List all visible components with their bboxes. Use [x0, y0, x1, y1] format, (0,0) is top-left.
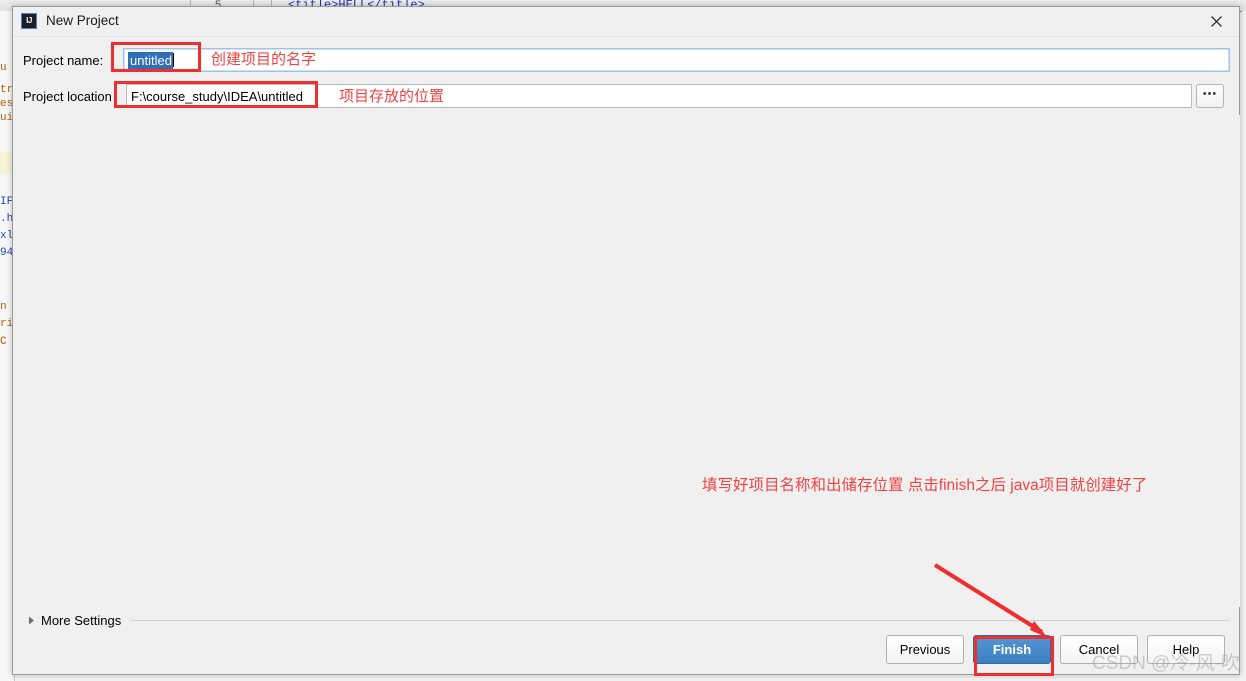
- help-button[interactable]: Help: [1147, 635, 1225, 664]
- more-settings-divider: [131, 619, 1229, 621]
- ide-right-strip: [1242, 11, 1246, 681]
- project-location-label: Project location: [23, 88, 112, 104]
- project-name-label: Project name:: [23, 52, 104, 68]
- app-icon-text: IJ: [26, 16, 32, 25]
- cancel-button[interactable]: Cancel: [1060, 635, 1138, 664]
- ide-text-fragment: C: [0, 336, 7, 348]
- browse-folder-button[interactable]: •••: [1196, 84, 1224, 108]
- intellij-idea-icon: IJ: [21, 13, 37, 29]
- project-location-row: Project location F:\course_study\IDEA\un…: [23, 84, 1233, 108]
- project-name-value: untitled: [128, 51, 173, 69]
- more-settings-toggle[interactable]: More Settings: [25, 611, 1229, 629]
- project-name-row: Project name: untitled: [23, 48, 1233, 72]
- project-name-input[interactable]: untitled: [123, 48, 1230, 72]
- dialog-content-area: [14, 115, 1240, 607]
- previous-button[interactable]: Previous: [886, 635, 964, 664]
- ide-text-fragment: n: [0, 301, 7, 313]
- dialog-title: New Project: [46, 13, 119, 28]
- ide-text-fragment: u: [0, 62, 7, 74]
- chevron-right-icon: [25, 616, 37, 625]
- finish-button[interactable]: Finish: [973, 635, 1051, 664]
- ide-line-highlight: [0, 152, 12, 174]
- new-project-dialog: IJ New Project Project name: untitled Pr…: [12, 6, 1240, 675]
- project-location-input[interactable]: F:\course_study\IDEA\untitled: [126, 84, 1192, 108]
- dialog-titlebar: IJ New Project: [13, 7, 1239, 37]
- close-icon[interactable]: [1194, 7, 1239, 35]
- more-settings-label: More Settings: [41, 612, 122, 628]
- ellipsis-icon: •••: [1202, 87, 1218, 100]
- dialog-button-bar: Previous Finish Cancel Help: [886, 635, 1225, 664]
- text-caret: [172, 53, 174, 67]
